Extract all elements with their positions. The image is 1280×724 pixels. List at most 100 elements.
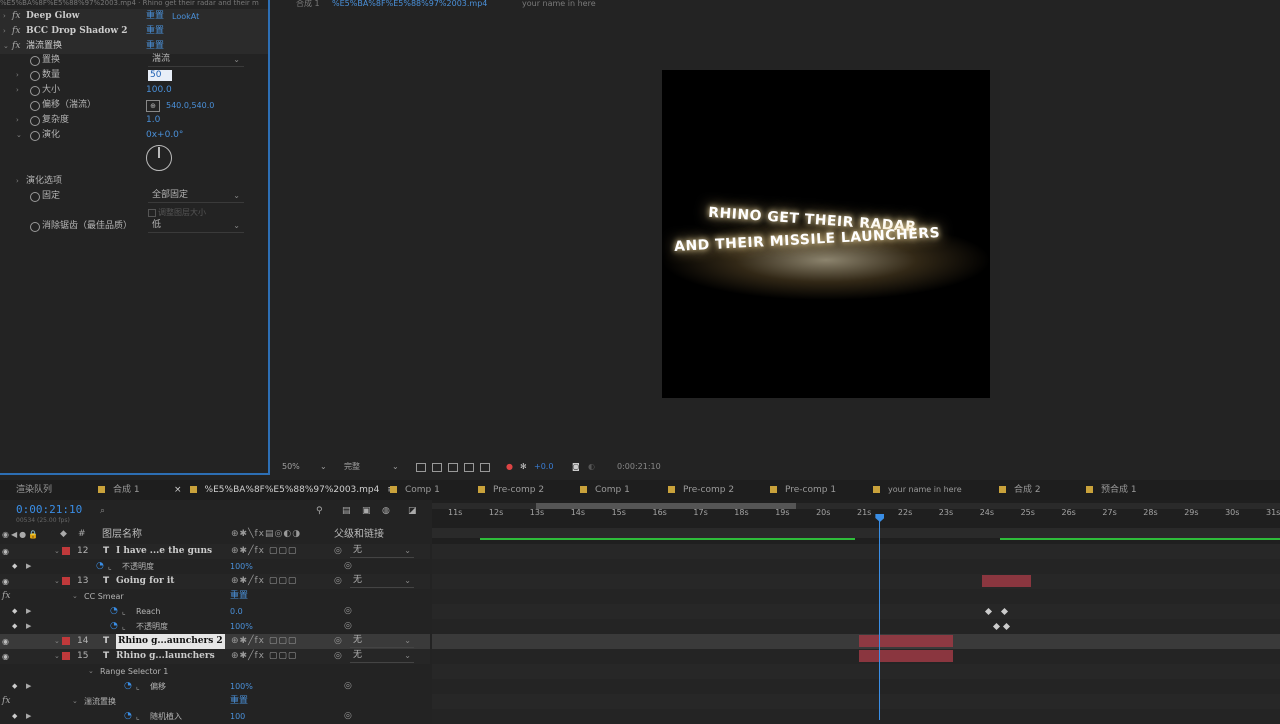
pinning-dropdown[interactable]: 全部固定 ⌄	[148, 190, 244, 203]
parent-dropdown[interactable]: 无 ⌄	[350, 650, 414, 663]
layer-bar[interactable]	[858, 650, 953, 662]
layer-name[interactable]: Rhino g...launchers	[116, 649, 215, 664]
shy-icon[interactable]: ▣	[362, 506, 371, 516]
stopwatch-icon[interactable]	[30, 86, 40, 96]
label-color-swatch[interactable]	[62, 652, 70, 660]
stopwatch-icon[interactable]	[30, 116, 40, 126]
chevron-down-icon[interactable]: ⌄	[54, 634, 60, 649]
mask-icon[interactable]	[448, 463, 458, 472]
layer-bar-selected[interactable]	[858, 635, 953, 647]
next-keyframe-icon[interactable]: ▶	[26, 679, 31, 694]
property-row[interactable]: fx ⌄ 湍流置换 重置	[0, 694, 430, 709]
layer-switches-icon[interactable]: ⊕✱╱fx ▢▢▢	[231, 649, 297, 664]
chevron-down-icon[interactable]: ⌄	[320, 461, 327, 473]
tab-active-sequence[interactable]: ×%E5%BA%8F%E5%88%97%2003.mp4≡	[174, 480, 395, 500]
track-row[interactable]	[432, 649, 1280, 664]
transparency-grid-icon[interactable]	[432, 463, 442, 472]
pick-whip-icon[interactable]: ◎	[344, 559, 352, 574]
tab-comp[interactable]: Comp 1	[390, 480, 440, 500]
pick-whip-icon[interactable]: ◎	[344, 679, 352, 694]
property-row[interactable]: ◆ ▶ ◔ ⌞ 随机植入 100 ◎	[0, 709, 430, 724]
stopwatch-icon[interactable]	[30, 101, 40, 111]
stopwatch-icon[interactable]: ◔	[124, 679, 132, 694]
stopwatch-icon[interactable]	[30, 192, 40, 202]
exposure-reset-icon[interactable]: ✻	[520, 461, 527, 473]
draft-3d-icon[interactable]: ▤	[342, 506, 351, 516]
lookat-link[interactable]: LookAt	[172, 9, 199, 24]
tab-comp2[interactable]: 合成 2	[999, 480, 1041, 500]
parent-dropdown[interactable]: 无 ⌄	[350, 575, 414, 588]
fx-icon[interactable]: fx	[12, 39, 20, 54]
chevron-down-icon[interactable]: ⌄	[3, 39, 9, 54]
visibility-eye-icon[interactable]: ◉	[2, 634, 9, 649]
resolution-dropdown[interactable]: 完整	[344, 461, 360, 473]
complexity-value[interactable]: 1.0	[146, 113, 160, 128]
snapshot-icon[interactable]: ◙	[572, 461, 580, 473]
close-icon[interactable]: ×	[174, 485, 182, 495]
track-row[interactable]	[432, 619, 1280, 634]
stopwatch-icon[interactable]	[30, 56, 40, 66]
section-evolution-options[interactable]: › 演化选项	[0, 174, 268, 189]
viewer-tab[interactable]: your name in here	[522, 0, 596, 10]
comp-flowchart-icon[interactable]: ⚲	[316, 506, 323, 516]
layer-switches-icon[interactable]: ⊕✱╱fx ▢▢▢	[231, 634, 297, 649]
stopwatch-icon[interactable]	[30, 222, 40, 232]
next-keyframe-icon[interactable]: ▶	[26, 709, 31, 724]
size-value[interactable]: 100.0	[146, 83, 172, 98]
visibility-eye-icon[interactable]: ◉	[2, 544, 9, 559]
3d-view-icon[interactable]	[480, 463, 490, 472]
property-value[interactable]: 100	[230, 709, 245, 724]
property-row[interactable]: fx ⌄ CC Smear 重置	[0, 589, 430, 604]
fx-icon[interactable]: fx	[2, 589, 10, 604]
track-row[interactable]	[432, 544, 1280, 559]
label-color-swatch[interactable]	[62, 547, 70, 555]
tab-precomp[interactable]: Pre-comp 2	[668, 480, 734, 500]
viewer-tab[interactable]: 合成 1	[296, 0, 320, 10]
evolution-dial[interactable]	[146, 145, 172, 171]
effect-deep-glow[interactable]: › fx Deep Glow 重置 LookAt	[0, 9, 268, 24]
chevron-down-icon[interactable]: ⌄	[72, 589, 78, 604]
chevron-down-icon[interactable]: ⌄	[54, 574, 60, 589]
offset-value[interactable]: 540.0,540.0	[166, 98, 214, 113]
layer-name[interactable]: Going for it	[116, 574, 174, 589]
keyframe-nav-icon[interactable]: ◆	[12, 709, 17, 724]
search-icon[interactable]: ⌕	[100, 506, 105, 516]
chevron-right-icon[interactable]: ›	[16, 174, 19, 189]
layer-name[interactable]: I have ...e the guns	[116, 544, 212, 559]
property-value[interactable]: 0.0	[230, 604, 243, 619]
fx-icon[interactable]: fx	[12, 9, 20, 24]
group-reset[interactable]: 重置	[230, 694, 248, 709]
property-value[interactable]: 100%	[230, 619, 253, 634]
stopwatch-icon[interactable]: ◔	[96, 559, 104, 574]
property-row[interactable]: ⌄ Range Selector 1	[0, 664, 430, 679]
layer-switches-icon[interactable]: ⊕✱╱fx ▢▢▢	[231, 574, 297, 589]
reset-button[interactable]: 重置	[146, 24, 164, 39]
chevron-right-icon[interactable]: ›	[3, 9, 6, 24]
track-row[interactable]	[432, 694, 1280, 709]
tab-precomp[interactable]: Pre-comp 2	[478, 480, 544, 500]
stopwatch-icon[interactable]	[30, 131, 40, 141]
stopwatch-icon[interactable]: ◔	[124, 709, 132, 724]
pick-whip-icon[interactable]: ◎	[344, 604, 352, 619]
pick-whip-icon[interactable]: ◎	[344, 709, 352, 724]
tab-comp1[interactable]: 合成 1	[98, 480, 140, 500]
layer-row[interactable]: ◉ ⌄ 13 T Going for it ⊕✱╱fx ▢▢▢ ◎ 无 ⌄	[0, 574, 430, 589]
track-row[interactable]	[432, 574, 1280, 589]
crosshair-icon[interactable]: ⊕	[146, 100, 160, 112]
effect-bcc-drop-shadow[interactable]: › fx BCC Drop Shadow 2 重置	[0, 24, 268, 39]
reset-button[interactable]: 重置	[146, 9, 164, 24]
region-icon[interactable]	[416, 463, 426, 472]
chevron-down-icon[interactable]: ⌄	[54, 649, 60, 664]
group-reset[interactable]: 重置	[230, 589, 248, 604]
stopwatch-icon[interactable]	[30, 71, 40, 81]
track-row[interactable]	[432, 664, 1280, 679]
color-channels-icon[interactable]: ●	[506, 461, 513, 473]
chevron-down-icon[interactable]: ⌄	[72, 694, 78, 709]
work-area-bar[interactable]	[432, 528, 1280, 538]
antialias-dropdown[interactable]: 低 ⌄	[148, 220, 244, 233]
viewer-tab-active[interactable]: %E5%BA%8F%E5%88%97%2003.mp4	[332, 0, 487, 10]
chevron-right-icon[interactable]: ›	[3, 24, 6, 39]
layer-search-input[interactable]	[112, 506, 302, 516]
layer-row[interactable]: ◉ ⌄ 14 T Rhino g...aunchers 2 ⊕✱╱fx ▢▢▢ ◎ 无 ⌄	[0, 634, 430, 649]
chevron-right-icon[interactable]: ›	[16, 83, 19, 98]
